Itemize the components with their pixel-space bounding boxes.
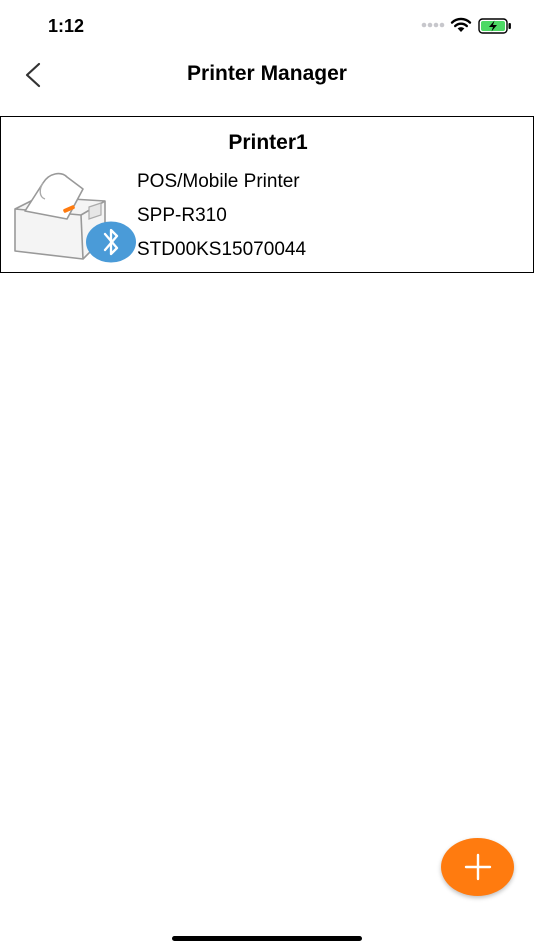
printer-list-item[interactable]: Printer1 POS/Mobile Printer SPP-R310 STD… — [0, 116, 534, 273]
status-bar: 1:12 — [0, 0, 534, 50]
page-title: Printer Manager — [187, 62, 347, 85]
printer-model: SPP-R310 — [137, 205, 227, 226]
plus-icon — [464, 853, 492, 881]
signal-dots-icon — [421, 22, 445, 28]
navigation-bar: Printer Manager — [0, 50, 534, 100]
wifi-icon — [450, 17, 472, 32]
bluetooth-icon — [86, 221, 136, 263]
printer-type: POS/Mobile Printer — [137, 171, 300, 192]
add-printer-button[interactable] — [441, 838, 514, 896]
printer-name: Printer1 — [228, 131, 308, 154]
home-indicator[interactable] — [172, 936, 362, 941]
status-time: 1:12 — [48, 16, 85, 36]
battery-charging-icon — [478, 18, 511, 34]
printer-serial: STD00KS15070044 — [137, 239, 307, 260]
